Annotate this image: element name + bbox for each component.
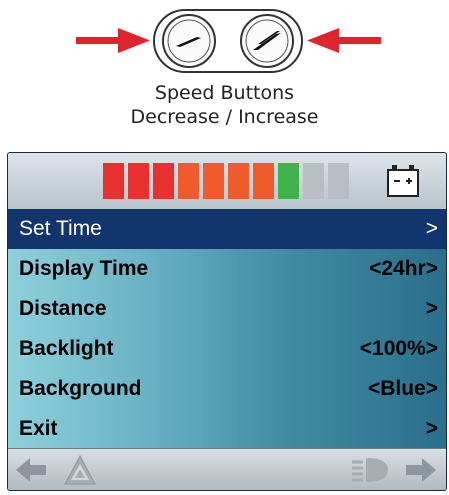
speed-level-segment <box>278 163 299 199</box>
menu-item-label: Background <box>19 377 142 400</box>
headlight-icon <box>352 458 388 482</box>
speed-level-segment <box>328 163 349 199</box>
menu-item-distance[interactable]: Distance > <box>8 289 446 329</box>
speed-level-segment <box>228 163 249 199</box>
menu-item-value: <Blue> <box>367 377 438 400</box>
menu-item-value: <24hr> <box>369 257 438 280</box>
speed-level-segment <box>128 163 149 199</box>
hazard-triangle-icon <box>64 454 96 485</box>
controller-display: Set Time > Display Time <24hr> Distance … <box>7 152 447 491</box>
battery-icon <box>387 165 419 197</box>
menu-item-label: Distance <box>19 297 107 320</box>
bottom-status-bar <box>8 448 446 490</box>
speed-decrease-icon <box>162 14 216 68</box>
menu-item-exit[interactable]: Exit > <box>8 409 446 449</box>
speed-level-segment <box>153 163 174 199</box>
menu-item-value: <100%> <box>359 337 438 360</box>
left-arrow-icon <box>16 458 46 482</box>
speed-level-segment <box>203 163 224 199</box>
speed-buttons-caption: Speed Buttons <box>154 82 295 104</box>
menu-item-label: Exit <box>19 417 58 440</box>
right-arrow-icon <box>406 458 436 482</box>
speed-level-segment <box>303 163 324 199</box>
speed-level-segment <box>103 163 124 199</box>
menu-item-display-time[interactable]: Display Time <24hr> <box>8 249 446 289</box>
speed-increase-icon <box>240 14 294 68</box>
menu-item-set-time[interactable]: Set Time > <box>8 209 446 249</box>
menu-item-background[interactable]: Background <Blue> <box>8 369 446 409</box>
speed-buttons-subcaption: Decrease / Increase <box>130 106 319 128</box>
menu-item-label: Backlight <box>19 337 114 360</box>
red-arrow-right-icon <box>76 28 150 53</box>
speed-level-segment <box>253 163 274 199</box>
speed-level-segment <box>178 163 199 199</box>
menu-item-label: Set Time <box>19 217 102 240</box>
status-bar <box>8 153 446 210</box>
menu-item-value: > <box>425 217 438 240</box>
menu-item-label: Display Time <box>19 257 149 280</box>
menu-item-backlight[interactable]: Backlight <100%> <box>8 329 446 369</box>
menu-item-value: > <box>425 417 438 440</box>
red-arrow-left-icon <box>307 28 381 53</box>
menu-item-value: > <box>425 297 438 320</box>
